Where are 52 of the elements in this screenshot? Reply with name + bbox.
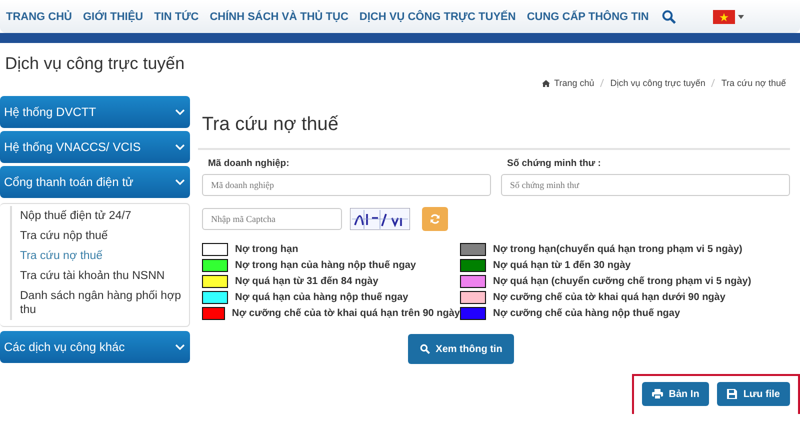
legend-label: Nợ cưỡng chế của hàng nộp thuế ngay [493,308,680,319]
breadcrumb-link[interactable]: Trang chủ [554,78,594,88]
printer-icon [652,389,663,399]
legend-label: Nợ cưỡng chế của tờ khai quá hạn dưới 90 ngày [493,292,726,303]
nav-link[interactable]: CHÍNH SÁCH VÀ THỦ TỤC [210,10,348,22]
nav-link[interactable]: CUNG CẤP THÔNG TIN [526,10,649,22]
action-button[interactable]: Lưu file [717,382,790,406]
sidebar-header[interactable]: Các dịch vụ công khác [0,331,190,363]
sidebar-header[interactable]: Hệ thống DVCTT [0,96,190,128]
breadcrumb-link[interactable]: Dịch vụ công trực tuyến [610,78,706,88]
legend-label: Nợ cưỡng chế của tờ khai quá hạn trên 90 ngày [232,308,460,319]
nav-link[interactable]: TIN TỨC [154,10,199,22]
search-icon[interactable] [662,10,676,24]
chevron-icon [175,344,185,350]
refresh-icon [430,214,440,224]
legend-label: Nợ quá hạn từ 31 đến 84 ngày [235,276,378,287]
field-label: Mã doanh nghiệp: [207,158,290,169]
input-field[interactable]: Số chứng minh thư [501,174,790,196]
legend-label: Nợ quá hạn của hàng nộp thuế ngay [235,292,408,303]
breadcrumb-link[interactable]: Tra cứu nợ thuế [721,78,786,88]
sidebar-header[interactable]: Hệ thống VNACCS/ VCIS [0,131,190,163]
nav-link[interactable]: TRANG CHỦ [6,10,72,22]
field-label: Số chứng minh thư : [506,158,602,169]
view-info-button[interactable]: Xem thông tin [408,334,514,364]
legend-label: Nợ trong hạn của hàng nộp thuế ngay [235,260,416,271]
breadcrumb-separator [711,79,716,87]
chevron-icon [175,179,185,185]
nav-link[interactable]: GIỚI THIỆU [83,10,144,22]
chevron-icon [175,144,185,150]
caret-icon[interactable] [738,14,744,18]
legend-label: Nợ quá hạn (chuyển cưỡng chế trong phạm vi 5 ngày) [493,276,752,287]
sidebar-item[interactable]: Tra cứu nợ thuế [10,246,189,266]
chevron-icon [175,109,185,115]
search-icon [420,344,430,354]
home-icon [542,80,550,86]
legend-label: Nợ quá hạn từ 1 đến 30 ngày [493,260,631,271]
captcha-field[interactable]: Nhập mã Captcha [202,208,342,230]
legend-label: Nợ trong hạn(chuyển quá hạn trong phạm vi 5 ngày) [493,244,742,255]
nav-link[interactable]: DỊCH VỤ CÔNG TRỰC TUYẾN [359,10,516,22]
breadcrumb-separator [600,79,604,87]
page-title: Dịch vụ công trực tuyến [4,53,186,74]
sidebar-item[interactable]: Nộp thuế điện tử 24/7 [10,206,189,226]
form-title: Tra cứu nợ thuế [202,113,340,137]
legend-label: Nợ trong hạn [235,244,298,255]
flag-icon[interactable] [713,10,735,24]
input-field[interactable]: Mã doanh nghiệp [202,174,491,196]
sidebar-header[interactable]: Cổng thanh toán điện tử [0,166,190,198]
floppy-icon [727,389,738,399]
sidebar-item[interactable]: Tra cứu tài khoản thu NSNN [10,266,189,286]
sidebar-item[interactable]: Danh sách ngân hàng phối hợp thu [10,286,189,320]
action-button[interactable]: Bản In [642,382,710,406]
sidebar-item[interactable]: Tra cứu nộp thuế [10,226,189,246]
